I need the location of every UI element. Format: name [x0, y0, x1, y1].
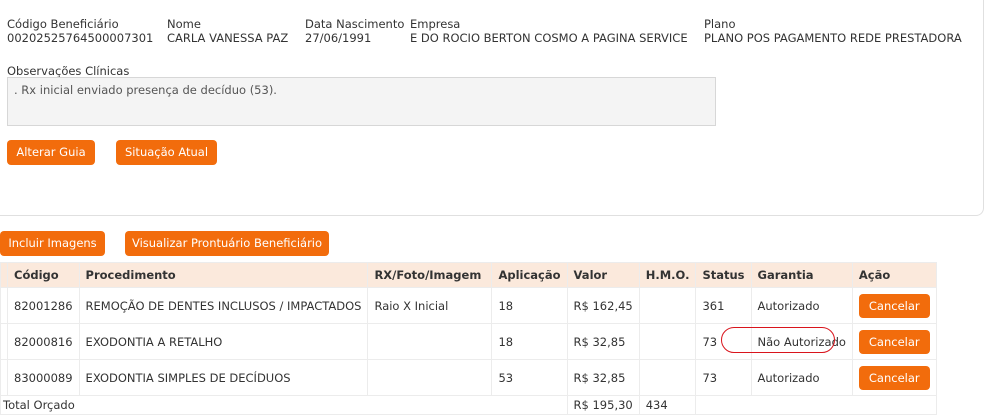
empresa-field: Empresa E DO ROCIO BERTON COSMO A PAGINA…: [410, 17, 688, 45]
visualizar-prontuario-button[interactable]: Visualizar Prontuário Beneficiário: [125, 231, 329, 256]
th-rx: RX/Foto/Imagem: [367, 262, 493, 288]
table-header-spacer: [0, 262, 8, 288]
codigo-beneficiario-value: 00202525764500007301: [7, 31, 154, 45]
cell-garantia: Autorizado: [750, 359, 853, 396]
plano-value: PLANO POS PAGAMENTO REDE PRESTADORA: [704, 31, 962, 45]
cell-hmo: [638, 323, 697, 360]
cell-procedimento: REMOÇÃO DE DENTES INCLUSOS / IMPACTADOS: [78, 287, 369, 324]
th-status: Status: [695, 262, 752, 288]
observacoes-textarea[interactable]: . Rx inicial enviado presença de decíduo…: [7, 77, 716, 126]
cell-valor: R$ 32,85: [566, 323, 640, 360]
th-codigo: Código: [7, 262, 80, 288]
table-header-row: Código Procedimento RX/Foto/Imagem Aplic…: [0, 262, 937, 288]
row-spacer: [0, 323, 8, 360]
cell-codigo: 82000816: [7, 323, 80, 360]
codigo-beneficiario-label: Código Beneficiário: [7, 17, 119, 31]
cancelar-button[interactable]: Cancelar: [858, 329, 930, 354]
th-procedimento: Procedimento: [78, 262, 369, 288]
cell-acao: Cancelar: [851, 323, 937, 360]
nome-value: CARLA VANESSA PAZ: [167, 31, 289, 45]
cell-aplicacao: 53: [491, 359, 568, 396]
cell-procedimento: EXODONTIA A RETALHO: [78, 323, 369, 360]
cell-acao: Cancelar: [851, 287, 937, 324]
total-empty: [695, 395, 937, 415]
nome-label: Nome: [167, 17, 201, 31]
cell-codigo: 82001286: [7, 287, 80, 324]
cell-garantia: Não Autorizado: [750, 323, 853, 360]
cell-codigo: 83000089: [7, 359, 80, 396]
observacoes-label: Observações Clínicas: [7, 64, 130, 78]
codigo-beneficiario-field: Código Beneficiário 00202525764500007301: [7, 17, 153, 45]
alterar-guia-button[interactable]: Alterar Guia: [7, 140, 95, 165]
procedures-table: Código Procedimento RX/Foto/Imagem Aplic…: [0, 262, 937, 415]
cell-acao: Cancelar: [851, 359, 937, 396]
row-spacer: [0, 287, 8, 324]
nome-field: Nome CARLA VANESSA PAZ: [167, 17, 288, 45]
th-acao: Ação: [851, 262, 937, 288]
cell-rx: [367, 323, 493, 360]
th-aplicacao: Aplicação: [491, 262, 568, 288]
cell-aplicacao: 18: [491, 287, 568, 324]
nascimento-value: 27/06/1991: [305, 31, 372, 45]
table-row: 83000089 EXODONTIA SIMPLES DE DECÍDUOS 5…: [0, 359, 937, 396]
cell-aplicacao: 18: [491, 323, 568, 360]
cell-hmo: [638, 287, 697, 324]
th-valor: Valor: [566, 262, 640, 288]
total-label: Total Orçado: [0, 395, 568, 415]
empresa-label: Empresa: [410, 17, 461, 31]
table-row: 82001286 REMOÇÃO DE DENTES INCLUSOS / IM…: [0, 287, 937, 324]
cell-status: 73: [695, 359, 752, 396]
cell-procedimento: EXODONTIA SIMPLES DE DECÍDUOS: [78, 359, 369, 396]
cell-valor: R$ 162,45: [566, 287, 640, 324]
plano-label: Plano: [704, 17, 736, 31]
total-valor: R$ 195,30: [566, 395, 640, 415]
row-spacer: [0, 359, 8, 396]
incluir-imagens-button[interactable]: Incluir Imagens: [0, 231, 105, 256]
plano-field: Plano PLANO POS PAGAMENTO REDE PRESTADOR…: [704, 17, 962, 45]
cell-garantia: Autorizado: [750, 287, 853, 324]
cell-hmo: [638, 359, 697, 396]
cell-status: 73: [695, 323, 752, 360]
nascimento-field: Data Nascimento 27/06/1991: [305, 17, 404, 45]
cancelar-button[interactable]: Cancelar: [858, 365, 930, 390]
cell-rx[interactable]: Raio X Inicial: [367, 287, 493, 324]
situacao-atual-button[interactable]: Situação Atual: [116, 140, 217, 165]
cancelar-button[interactable]: Cancelar: [858, 293, 930, 318]
empresa-value: E DO ROCIO BERTON COSMO A PAGINA SERVICE: [410, 31, 688, 45]
cell-valor: R$ 32,85: [566, 359, 640, 396]
cell-rx: [367, 359, 493, 396]
table-row: 82000816 EXODONTIA A RETALHO 18 R$ 32,85…: [0, 323, 937, 360]
total-row: Total Orçado R$ 195,30 434: [0, 395, 937, 415]
th-hmo: H.M.O.: [638, 262, 697, 288]
th-garantia: Garantia: [750, 262, 853, 288]
nascimento-label: Data Nascimento: [305, 17, 405, 31]
total-hmo: 434: [638, 395, 697, 415]
cell-status: 361: [695, 287, 752, 324]
